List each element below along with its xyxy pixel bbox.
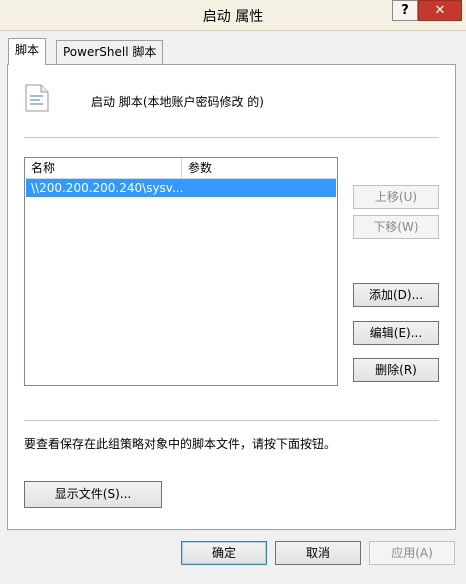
ok-button[interactable]: 确定 [181, 541, 267, 565]
instruction-text: 要查看保存在此组策略对象中的脚本文件，请按下面按钮。 [24, 437, 337, 451]
tab-scripts[interactable]: 脚本 [8, 38, 47, 65]
cancel-button[interactable]: 取消 [275, 541, 361, 565]
divider [24, 137, 439, 138]
apply-button[interactable]: 应用(A) [369, 541, 455, 565]
edit-button[interactable]: 编辑(E)... [353, 321, 439, 345]
tab-panel: 启动 脚本(本地账户密码修改 的) 名称 参数 \\200.200.200.24… [7, 64, 456, 530]
move-up-button[interactable]: 上移(U) [353, 185, 439, 209]
help-button[interactable]: ? [392, 0, 418, 21]
script-list[interactable]: 名称 参数 \\200.200.200.240\sysv... [24, 157, 338, 386]
show-files-button[interactable]: 显示文件(S)... [24, 481, 162, 508]
close-button[interactable]: ✕ [418, 0, 462, 21]
script-name-cell: \\200.200.200.240\sysv... [31, 181, 184, 195]
script-document-icon [25, 84, 49, 112]
move-down-button[interactable]: 下移(W) [353, 215, 439, 239]
remove-button[interactable]: 删除(R) [353, 358, 439, 382]
divider [24, 420, 439, 421]
column-header-params[interactable]: 参数 [182, 158, 337, 178]
list-header: 名称 参数 [25, 158, 337, 179]
tab-powershell-scripts[interactable]: PowerShell 脚本 [56, 40, 164, 64]
title-bar: 启动 属性 ? ✕ [0, 0, 466, 31]
add-button[interactable]: 添加(D)... [353, 283, 439, 307]
table-row[interactable]: \\200.200.200.240\sysv... [26, 179, 336, 197]
column-header-name[interactable]: 名称 [25, 158, 182, 178]
script-header-label: 启动 脚本(本地账户密码修改 的) [91, 95, 264, 109]
